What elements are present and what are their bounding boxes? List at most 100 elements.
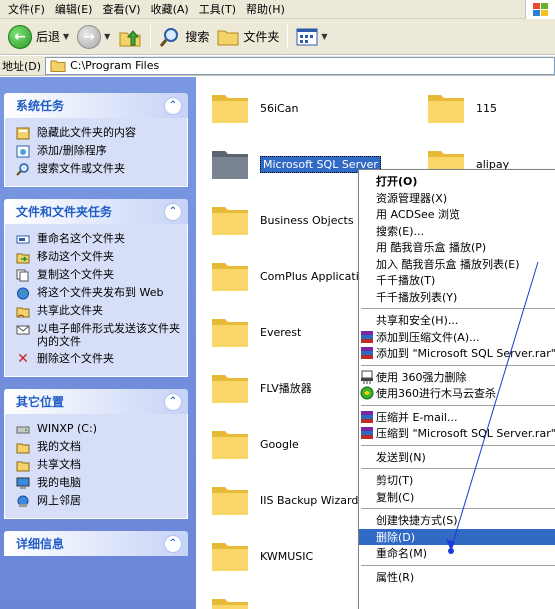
collapse-icon[interactable]: ⌃: [164, 202, 182, 221]
ctx-create-shortcut[interactable]: 创建快捷方式(S): [359, 512, 555, 529]
task-rename-folder[interactable]: 重命名这个文件夹: [15, 232, 181, 246]
folder-icon: [210, 147, 250, 181]
task-search-files[interactable]: 搜索文件或文件夹: [15, 162, 181, 176]
ctx-kuwo-add[interactable]: 加入 酷我音乐盒 播放列表(E): [359, 256, 555, 273]
menu-bar: 文件(F) 编辑(E) 查看(V) 收藏(A) 工具(T) 帮助(H): [0, 0, 555, 19]
ctx-compress-email[interactable]: 压缩并 E-mail...: [359, 409, 555, 426]
ctx-compress-rar-email[interactable]: 压缩到 "Microsoft SQL Server.rar" 并: [359, 425, 555, 442]
ctx-search[interactable]: 搜索(E)...: [359, 223, 555, 240]
ctx-360-trojan-scan[interactable]: 使用360进行木马云查杀: [359, 385, 555, 402]
forward-button[interactable]: → ▼: [73, 22, 114, 52]
folder-item[interactable]: IIS Backup Wizard: [210, 479, 358, 521]
ctx-qianqian-list[interactable]: 千千播放列表(Y): [359, 289, 555, 306]
ctx-explorer[interactable]: 资源管理器(X): [359, 190, 555, 207]
up-folder-button[interactable]: [114, 22, 146, 52]
task-add-remove-programs[interactable]: 添加/删除程序: [15, 144, 181, 158]
system-tasks-header[interactable]: 系统任务 ⌃: [4, 93, 188, 118]
ctx-rename[interactable]: 重命名(M): [359, 545, 555, 562]
place-label: 我的电脑: [37, 476, 81, 489]
ctx-properties[interactable]: 属性(R): [359, 569, 555, 586]
menu-file[interactable]: 文件(F): [4, 0, 51, 19]
ctx-label: 添加到 "Microsoft SQL Server.rar"(T): [376, 347, 555, 361]
ctx-label: 使用 360强力删除: [376, 370, 467, 384]
details-title: 详细信息: [16, 537, 65, 551]
task-copy-folder[interactable]: 复制这个文件夹: [15, 268, 181, 282]
task-label: 重命名这个文件夹: [37, 232, 125, 245]
explorer-window: 文件(F) 编辑(E) 查看(V) 收藏(A) 工具(T) 帮助(H) ← 后退…: [0, 0, 555, 609]
folder-label: 56iCan: [260, 101, 299, 115]
place-network[interactable]: 网上邻居: [15, 494, 181, 508]
folders-button[interactable]: 文件夹: [213, 22, 283, 52]
menu-edit[interactable]: 编辑(E): [51, 0, 99, 19]
details-header[interactable]: 详细信息 ⌃: [4, 531, 188, 556]
ctx-share-security[interactable]: 共享和安全(H)...: [359, 312, 555, 329]
task-pane: 系统任务 ⌃ 隐藏此文件夹的内容 添加/删除程序 搜索文件或文件夹 文件和文件夹…: [0, 77, 196, 609]
views-button[interactable]: ▼: [292, 22, 331, 52]
folder-item[interactable]: [210, 591, 260, 609]
folder-item[interactable]: Business Objects: [210, 199, 354, 241]
menu-view[interactable]: 查看(V): [98, 0, 146, 19]
folder-icon: [210, 91, 250, 125]
forward-dropdown-icon[interactable]: ▼: [104, 32, 110, 41]
menu-help[interactable]: 帮助(H): [242, 0, 291, 19]
ctx-send-to[interactable]: 发送到(N): [359, 449, 555, 466]
views-dropdown-icon[interactable]: ▼: [321, 32, 327, 41]
task-label: 移动这个文件夹: [37, 250, 114, 263]
task-move-folder[interactable]: 移动这个文件夹: [15, 250, 181, 264]
ctx-add-archive[interactable]: 添加到压缩文件(A)...: [359, 329, 555, 346]
ctx-360-force-delete[interactable]: 使用 360强力删除: [359, 369, 555, 386]
collapse-icon[interactable]: ⌃: [164, 534, 182, 553]
folder-icon: [210, 259, 250, 293]
context-menu: 打开(O) 资源管理器(X) 用 ACDSee 浏览 搜索(E)... 用 酷我…: [358, 169, 555, 609]
back-button[interactable]: ← 后退 ▼: [4, 22, 73, 52]
folder-item[interactable]: ComPlus Applications: [210, 255, 378, 297]
task-delete-folder[interactable]: ✕ 删除这个文件夹: [15, 352, 181, 366]
task-email-files[interactable]: 以电子邮件形式发送该文件夹内的文件: [15, 322, 181, 348]
collapse-icon[interactable]: ⌃: [164, 96, 182, 115]
folder-item[interactable]: KWMUSIC: [210, 535, 313, 577]
address-input[interactable]: C:\Program Files: [45, 56, 555, 75]
file-tasks-header[interactable]: 文件和文件夹任务 ⌃: [4, 199, 188, 224]
search-button[interactable]: 搜索: [155, 22, 213, 52]
ctx-label: 添加到压缩文件(A)...: [376, 330, 480, 344]
menu-separator: [361, 308, 555, 309]
ctx-acdsee[interactable]: 用 ACDSee 浏览: [359, 206, 555, 223]
folder-item[interactable]: 115: [426, 87, 497, 129]
ctx-kuwo-play[interactable]: 用 酷我音乐盒 播放(P): [359, 239, 555, 256]
folder-icon: [210, 315, 250, 349]
ctx-qianqian-play[interactable]: 千千播放(T): [359, 272, 555, 289]
views-icon: [296, 28, 318, 45]
other-places-header[interactable]: 其它位置 ⌃: [4, 389, 188, 414]
file-tasks-title: 文件和文件夹任务: [16, 205, 113, 219]
task-hide-contents[interactable]: 隐藏此文件夹的内容: [15, 126, 181, 140]
task-share-folder[interactable]: 共享此文件夹: [15, 304, 181, 318]
folder-item[interactable]: Everest: [210, 311, 301, 353]
menu-tools[interactable]: 工具(T): [195, 0, 242, 19]
search-icon: [160, 27, 179, 47]
folder-item-selected[interactable]: Microsoft SQL Server: [210, 143, 381, 185]
rename-icon: [15, 232, 31, 246]
folder-item[interactable]: FLV播放器: [210, 367, 312, 409]
place-my-documents[interactable]: 我的文档: [15, 440, 181, 454]
menu-favorites[interactable]: 收藏(A): [147, 0, 195, 19]
collapse-icon[interactable]: ⌃: [164, 392, 182, 411]
search-label: 搜索: [185, 30, 210, 44]
place-shared-documents[interactable]: 共享文档: [15, 458, 181, 472]
ctx-cut[interactable]: 剪切(T): [359, 472, 555, 489]
place-my-computer[interactable]: 我的电脑: [15, 476, 181, 490]
ctx-delete[interactable]: 删除(D): [359, 528, 555, 545]
ctx-copy[interactable]: 复制(C): [359, 489, 555, 506]
folder-icon: [210, 595, 250, 609]
place-label: WINXP (C:): [37, 422, 97, 435]
toolbar-separator: [287, 24, 289, 49]
place-drive-c[interactable]: WINXP (C:): [15, 422, 181, 436]
ctx-open[interactable]: 打开(O): [359, 173, 555, 190]
task-publish-web[interactable]: 将这个文件夹发布到 Web: [15, 286, 181, 300]
back-dropdown-icon[interactable]: ▼: [63, 32, 69, 41]
folders-label: 文件夹: [243, 30, 280, 44]
ctx-add-rar[interactable]: 添加到 "Microsoft SQL Server.rar"(T): [359, 345, 555, 362]
folder-item[interactable]: Google: [210, 423, 299, 465]
folder-icon: [50, 60, 66, 72]
folder-item[interactable]: 56iCan: [210, 87, 298, 129]
folder-icon: [210, 427, 250, 461]
